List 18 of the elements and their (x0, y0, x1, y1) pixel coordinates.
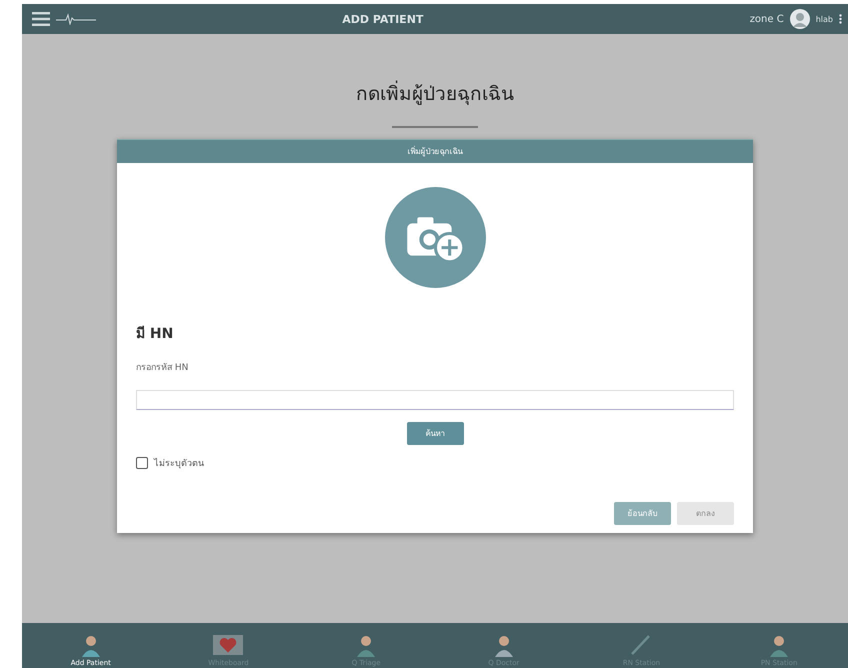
search-button[interactable]: ค้นหา (406, 422, 464, 445)
avatar-icon[interactable] (790, 9, 810, 29)
menu-icon[interactable] (32, 12, 50, 26)
hn-input-field[interactable] (136, 390, 734, 410)
checkbox-label: ไม่ระบุตัวตน (154, 457, 204, 470)
add-photo-icon[interactable] (384, 187, 486, 288)
back-button[interactable]: ย้อนกลับ (614, 502, 671, 525)
heart-monitor-icon (213, 633, 244, 657)
dialog-title: เพิ่มผู้ป่วยฉุกเฉิน (117, 139, 753, 163)
user-name: hlab (816, 14, 833, 24)
heartbeat-logo-icon (56, 13, 96, 25)
checkbox[interactable] (136, 457, 148, 469)
section-title: มี HN (136, 324, 174, 344)
header-title: ADD PATIENT (341, 12, 424, 26)
more-icon[interactable] (839, 14, 842, 24)
zone-label: zone C (750, 14, 784, 24)
page-heading: กดเพิ่มผู้ป่วยฉุกเฉิน (356, 78, 514, 108)
field-label: กรอกรหัส HN (136, 362, 190, 374)
